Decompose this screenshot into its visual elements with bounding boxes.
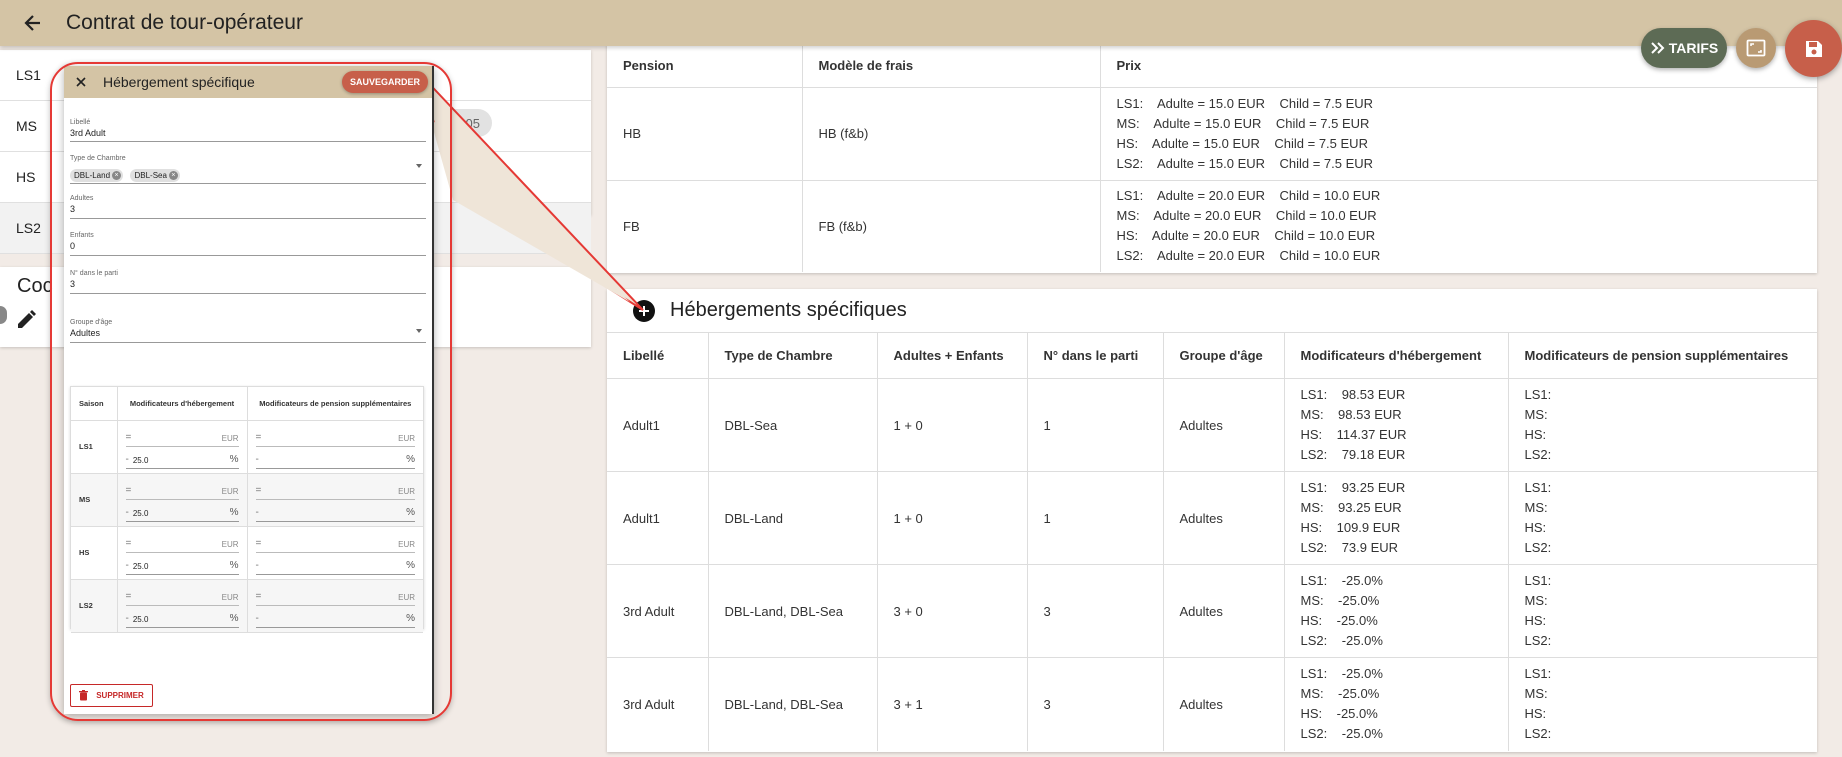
- cell-type: DBL-Sea: [708, 378, 878, 472]
- pension-card: Pension Modèle de frais Prix HB HB (f&b)…: [607, 44, 1817, 273]
- cell-libelle: 3rd Adult: [607, 564, 709, 658]
- mod-line: LS2: -25.0%: [1300, 633, 1383, 648]
- pencil-icon[interactable]: [15, 309, 37, 336]
- fullscreen-button[interactable]: [1736, 28, 1776, 68]
- mod-line: LS1: -25.0%: [1300, 573, 1383, 588]
- save-fab-button[interactable]: [1785, 20, 1842, 77]
- mod-line: HS: -25.0%: [1300, 706, 1378, 722]
- cell-mods: LS1: 98.53 EUR MS: 98.53 EUR HS: 114.37 EU…: [1284, 378, 1509, 472]
- column-header: Libellé: [607, 332, 709, 379]
- cell-ae: 1 + 0: [877, 378, 1028, 472]
- cell-groupe: Adultes: [1163, 564, 1285, 658]
- cell-num: 1: [1027, 471, 1164, 565]
- pension-table: Pension Modèle de frais Prix HB HB (f&b)…: [607, 44, 1817, 272]
- table-row[interactable]: HB HB (f&b) LS1: Adulte = 15.0 EUR Child…: [607, 87, 1817, 181]
- pension-mod-line: LS1:: [1524, 666, 1552, 682]
- back-arrow-icon[interactable]: [0, 0, 66, 46]
- cell-num: 3: [1027, 657, 1164, 751]
- cell-type: DBL-Land, DBL-Sea: [708, 657, 878, 751]
- cell-mods: LS1: -25.0% MS: -25.0% HS: -25.0% LS2: -25.…: [1284, 657, 1509, 751]
- pension-mod-line: LS2:: [1524, 726, 1552, 742]
- card-title: Coc: [17, 275, 53, 297]
- mod-line: MS: 98.53 EUR: [1300, 407, 1402, 422]
- mod-line: LS2: 73.9 EUR: [1300, 540, 1399, 555]
- pension-mod-line: HS:: [1524, 520, 1547, 535]
- pension-mod-line: MS:: [1524, 407, 1548, 422]
- cell-num: 3: [1027, 564, 1164, 658]
- cell-libelle: Adult1: [607, 378, 709, 472]
- specific-table: Libellé Type de Chambre Adultes + Enfant…: [607, 332, 1817, 751]
- callout-highlight-frame: [50, 62, 452, 721]
- cell-ae: 3 + 1: [877, 657, 1028, 751]
- pension-mod-line: LS1:: [1524, 480, 1552, 495]
- cell-groupe: Adultes: [1163, 657, 1285, 751]
- cell-libelle: Adult1: [607, 471, 709, 565]
- page-title: Contrat de tour-opérateur: [66, 11, 303, 34]
- specific-accommodations-card: Hébergements spécifiques Libellé Type de…: [607, 289, 1817, 752]
- table-row[interactable]: Adult1 DBL-Land 1 + 0 1 Adultes LS1: 93.25 EU…: [607, 471, 1817, 565]
- mod-line: LS1: 98.53 EUR: [1300, 387, 1406, 402]
- section-title: Hébergements spécifiques: [670, 299, 907, 321]
- pension-mod-line: HS:: [1524, 613, 1547, 628]
- cell-pension-mods: LS1: MS: HS: LS2:: [1508, 564, 1817, 658]
- table-row[interactable]: Adult1 DBL-Sea 1 + 0 1 Adultes LS1: 98.53 EUR…: [607, 378, 1817, 472]
- floppy-disk-icon: [1805, 40, 1822, 57]
- tarifs-button[interactable]: TARIFS: [1641, 28, 1727, 68]
- pension-mod-line: MS:: [1524, 500, 1548, 515]
- column-header: Modificateurs d'hébergement: [1284, 332, 1509, 379]
- cell-num: 1: [1027, 378, 1164, 472]
- cell-pension-mods: LS1: MS: HS: LS2:: [1508, 378, 1817, 472]
- tarifs-label: TARIFS: [1668, 40, 1719, 56]
- column-header: N° dans le parti: [1027, 332, 1164, 379]
- cell-mods: LS1: -25.0% MS: -25.0% HS: -25.0% LS2: -25.…: [1284, 564, 1509, 658]
- cell-libelle: 3rd Adult: [607, 657, 709, 751]
- mod-line: HS: -25.0%: [1300, 613, 1378, 628]
- mod-line: MS: 93.25 EUR: [1300, 500, 1402, 515]
- cell-groupe: Adultes: [1163, 378, 1285, 472]
- pension-mod-line: LS2:: [1524, 447, 1552, 462]
- cell-pension-mods: LS1: MS: HS: LS2:: [1508, 471, 1817, 565]
- pension-mod-line: HS:: [1524, 427, 1547, 442]
- pension-mod-line: MS:: [1524, 593, 1548, 608]
- mod-line: HS: 109.9 EUR: [1300, 520, 1401, 535]
- pension-mod-line: HS:: [1524, 706, 1547, 722]
- mod-line: LS1: 93.25 EUR: [1300, 480, 1406, 495]
- column-header: Pension: [607, 44, 803, 88]
- table-row[interactable]: 3rd Adult DBL-Land, DBL-Sea 3 + 0 3 Adultes L…: [607, 564, 1817, 658]
- cell-mods: LS1: 93.25 EUR MS: 93.25 EUR HS: 109.9 EUR…: [1284, 471, 1509, 565]
- top-bar: Contrat de tour-opérateur: [0, 0, 1842, 46]
- pension-mod-line: LS2:: [1524, 540, 1552, 555]
- section-header: Hébergements spécifiques: [607, 289, 1817, 332]
- fullscreen-icon: [1746, 39, 1766, 57]
- add-circle-icon[interactable]: [633, 299, 655, 322]
- mod-line: LS1: -25.0%: [1300, 666, 1383, 682]
- mod-line: LS2: 79.18 EUR: [1300, 447, 1406, 462]
- column-header: Adultes + Enfants: [877, 332, 1028, 379]
- cell-pension-mods: LS1: MS: HS: LS2:: [1508, 658, 1817, 751]
- pension-mod-line: LS1:: [1524, 573, 1552, 588]
- table-row[interactable]: FB FB (f&b) LS1: Adulte = 20.0 EUR Child…: [607, 180, 1817, 272]
- column-header: Groupe d'âge: [1163, 332, 1285, 379]
- cell-groupe: Adultes: [1163, 471, 1285, 565]
- cell-type: DBL-Land: [708, 471, 878, 565]
- cell-type: DBL-Land, DBL-Sea: [708, 564, 878, 658]
- column-header: Modèle de frais: [802, 44, 1101, 88]
- mod-line: MS: -25.0%: [1300, 593, 1380, 608]
- pension-mod-line: LS2:: [1524, 633, 1552, 648]
- pension-mod-line: LS1:: [1524, 387, 1552, 402]
- cell-ae: 3 + 0: [877, 564, 1028, 658]
- column-header: Type de Chambre: [708, 332, 878, 379]
- double-chevron-icon: [1651, 42, 1665, 54]
- mod-line: LS2: -25.0%: [1300, 726, 1383, 742]
- pension-mod-line: MS:: [1524, 686, 1548, 702]
- cell-ae: 1 + 0: [877, 471, 1028, 565]
- table-row[interactable]: 3rd Adult DBL-Land, DBL-Sea 3 + 1 3 Adultes L…: [607, 657, 1817, 751]
- column-header: Modificateurs de pension supplémentaires: [1508, 332, 1817, 379]
- mod-line: HS: 114.37 EUR: [1300, 427, 1407, 442]
- mod-line: MS: -25.0%: [1300, 686, 1380, 702]
